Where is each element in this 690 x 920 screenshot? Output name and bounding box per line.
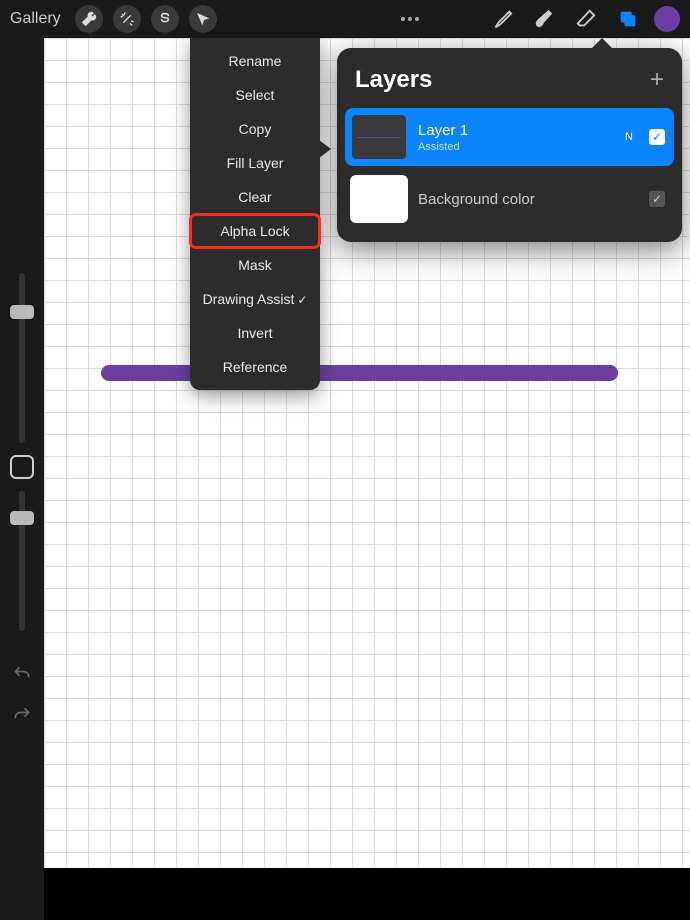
add-layer-icon[interactable]: + [650,66,664,94]
menu-pointer [319,140,331,158]
brush-size-slider[interactable] [19,273,25,443]
brush-stroke [101,365,618,381]
layer-row-1[interactable]: Layer 1 Assisted N ✓ [345,108,674,166]
layer-thumbnail [350,175,408,223]
menu-clear[interactable]: Clear [190,180,320,214]
menu-fill-layer[interactable]: Fill Layer [190,146,320,180]
layer-thumbnail [350,113,408,161]
menu-reference[interactable]: Reference [190,350,320,384]
menu-rename[interactable]: Rename [190,44,320,78]
eraser-icon[interactable] [570,3,602,35]
menu-drawing-assist[interactable]: Drawing Assist✓ [190,282,320,316]
arrow-icon[interactable] [189,5,217,33]
layer-context-menu: Rename Select Copy Fill Layer Clear Alph… [190,38,320,390]
layers-title: Layers [355,66,432,94]
layer-subtitle: Assisted [418,141,615,153]
menu-copy[interactable]: Copy [190,112,320,146]
menu-select[interactable]: Select [190,78,320,112]
layer-name: Background color [418,191,639,208]
color-swatch[interactable] [654,6,680,32]
slider-thumb[interactable] [10,305,34,319]
top-toolbar: Gallery [0,0,690,38]
check-icon: ✓ [297,293,307,307]
more-dots-icon[interactable] [394,3,426,35]
undo-icon[interactable] [12,664,32,689]
gallery-button[interactable]: Gallery [10,10,61,28]
redo-icon[interactable] [12,705,32,730]
layer-name: Layer 1 [418,122,615,139]
opacity-slider[interactable] [19,491,25,631]
menu-invert[interactable]: Invert [190,316,320,350]
smudge-icon[interactable] [528,3,560,35]
layers-panel: Layers + Layer 1 Assisted N ✓ Background… [337,48,682,242]
wrench-icon[interactable] [75,5,103,33]
slider-thumb[interactable] [10,511,34,525]
wand-icon[interactable] [113,5,141,33]
visibility-checkbox[interactable]: ✓ [649,191,665,207]
layer-row-background[interactable]: Background color ✓ [345,170,674,228]
left-sidebar [0,38,44,920]
blend-mode-badge[interactable]: N [625,131,633,143]
layers-icon[interactable] [612,3,644,35]
select-s-icon[interactable] [151,5,179,33]
menu-mask[interactable]: Mask [190,248,320,282]
modify-button[interactable] [10,455,34,479]
menu-label: Drawing Assist [203,291,295,307]
visibility-checkbox[interactable]: ✓ [649,129,665,145]
brush-icon[interactable] [486,3,518,35]
menu-alpha-lock[interactable]: Alpha Lock [190,214,320,248]
